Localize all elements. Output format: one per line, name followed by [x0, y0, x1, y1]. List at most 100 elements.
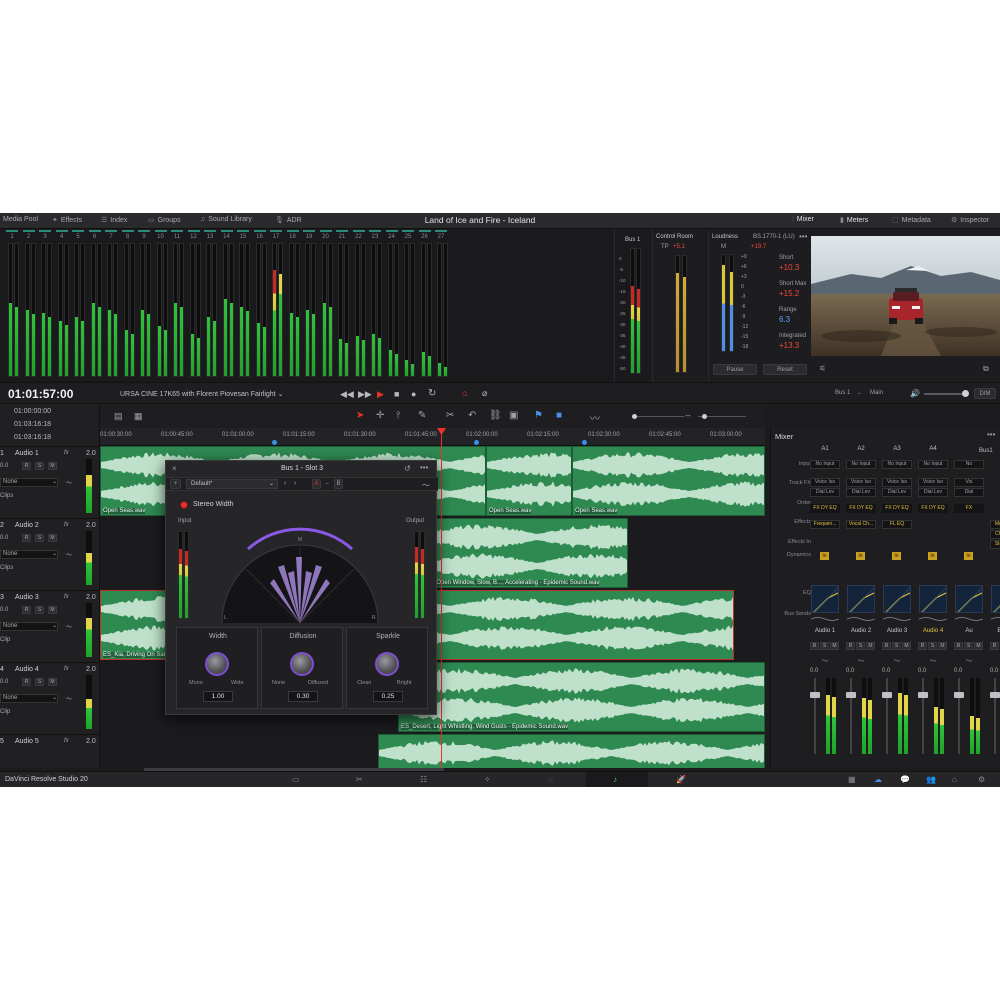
mixer-effect-slot[interactable]: Vocal Ch...: [846, 520, 876, 529]
timeline-name-dropdown[interactable]: URSA CINE 17K65 with Florent Piovesan Fa…: [120, 390, 283, 398]
mixer-tab[interactable]: ⫶ Mixer: [792, 216, 814, 224]
link-icon[interactable]: ⛓: [489, 410, 502, 421]
track-fx-button[interactable]: fx: [64, 666, 69, 672]
fast-forward-icon[interactable]: ▶▶: [358, 389, 372, 400]
sound-library-tab[interactable]: ♫ Sound Library: [200, 216, 252, 223]
track-header-2[interactable]: 2 Audio 2 fx 2.0 0.0 R S M None ⌄ 〜 Clips: [0, 518, 100, 589]
effects-tab[interactable]: ✦ Effects: [52, 216, 82, 224]
settings-gear-icon[interactable]: ⚙: [978, 775, 985, 784]
edit-page-icon[interactable]: ☷: [420, 775, 427, 784]
mixer-track-fx-slot[interactable]: Voice Iso: [846, 478, 876, 487]
timeline-ruler[interactable]: 01:00:30:00 01:00:45:00 01:01:00:00 01:01:1…: [100, 428, 765, 446]
eq-curve[interactable]: [846, 616, 876, 622]
mixer-channel-name[interactable]: Audio 4: [918, 628, 948, 634]
viewer-popout-icon[interactable]: ⧉: [983, 364, 989, 374]
horizontal-zoom-slider[interactable]: [698, 414, 746, 419]
mixer-track-fx-slot-2[interactable]: Dial: [954, 488, 984, 497]
automation-curve-icon[interactable]: 〜: [422, 480, 430, 491]
diffusion-value[interactable]: 0.30: [288, 691, 318, 702]
rewind-icon[interactable]: ◀◀: [340, 389, 354, 400]
pan-control[interactable]: 〜: [996, 656, 1000, 662]
mute-button[interactable]: M: [48, 606, 57, 614]
mixer-effect-slot-2[interactable]: Chan FX: [990, 530, 1000, 539]
track-fx-button[interactable]: fx: [64, 594, 69, 600]
mixer-volume-value[interactable]: 0.0: [882, 668, 890, 674]
pointer-tool-icon[interactable]: ➤: [356, 410, 364, 421]
stop-icon[interactable]: ■: [394, 389, 399, 399]
mixer-channel-name[interactable]: Bus 1: [990, 628, 1000, 634]
mixer-solo-button[interactable]: S: [892, 642, 901, 650]
groups-tab[interactable]: ▭ Groups: [148, 216, 181, 224]
track-header-3[interactable]: 3 Audio 3 fx 2.0 0.0 R S M None ⌄ 〜 Clip: [0, 590, 100, 661]
copy-arrow-icon[interactable]: →: [324, 480, 330, 486]
mixer-mute-button[interactable]: M: [902, 642, 911, 650]
mixer-effect-slot[interactable]: Multiba...: [990, 520, 1000, 529]
mixer-order-slot[interactable]: FX DY EQ: [882, 504, 912, 513]
record-arm-button[interactable]: R: [22, 606, 31, 614]
record-arm-button[interactable]: R: [22, 678, 31, 686]
main-selector[interactable]: Main: [870, 390, 883, 396]
clip-open-seas-3[interactable]: Open Seas.wav: [572, 446, 765, 516]
pause-button[interactable]: Pause: [713, 364, 757, 375]
stereo-width-bypass-toggle[interactable]: [180, 501, 188, 509]
mixer-order-slot[interactable]: FX: [954, 504, 984, 513]
effects-in-toggle[interactable]: In: [820, 552, 829, 560]
channel-fader[interactable]: [882, 678, 892, 754]
dynamics-graph[interactable]: [955, 585, 983, 613]
mixer-effect-slot-3[interactable]: Stereo ...: [990, 540, 1000, 549]
pan-control[interactable]: 〜: [852, 656, 870, 665]
fairlight-page-tab[interactable]: ♪: [586, 772, 648, 787]
track-header-1[interactable]: 1 Audio 1 fx 2.0 0.0 R S M None ⌄ 〜 Clips: [0, 446, 100, 517]
mixer-mute-button[interactable]: M: [866, 642, 875, 650]
mixer-mute-button[interactable]: M: [938, 642, 947, 650]
play-icon[interactable]: ▶: [377, 389, 384, 400]
automation-curve-icon[interactable]: 〜: [66, 622, 72, 631]
mixer-volume-value[interactable]: 0.0: [990, 668, 998, 674]
trim-tool-icon[interactable]: ⫯: [396, 410, 400, 421]
eq-curve[interactable]: [918, 616, 948, 622]
eq-curve[interactable]: [954, 616, 984, 622]
mixer-order-slot[interactable]: FX DY EQ: [846, 504, 876, 513]
mixer-solo-button[interactable]: S: [856, 642, 865, 650]
mixer-volume-value[interactable]: 0.0: [810, 668, 818, 674]
mixer-input-slot[interactable]: No Input: [810, 460, 840, 469]
loop-icon[interactable]: ↻: [428, 388, 436, 399]
next-preset-icon[interactable]: ›: [294, 480, 296, 487]
fader-cap[interactable]: [882, 692, 892, 698]
loudness-standard[interactable]: BS.1770-1 (LU): [753, 234, 795, 240]
mixer-track-fx-slot-2[interactable]: Dial Lev: [846, 488, 876, 497]
mixer-track-fx-slot[interactable]: Voice Iso: [810, 478, 840, 487]
eq-curve[interactable]: [990, 616, 1000, 622]
mixer-channel-name[interactable]: Audio 3: [882, 628, 912, 634]
razor-icon[interactable]: ✂: [446, 410, 454, 421]
track-fx-button[interactable]: fx: [64, 522, 69, 528]
mixer-order-slot[interactable]: FX DY EQ: [918, 504, 948, 513]
mixer-input-slot[interactable]: No Input: [918, 460, 948, 469]
track-input-selector[interactable]: None: [0, 622, 58, 631]
mixer-input-slot[interactable]: No: [954, 460, 984, 469]
mixer-track-fx-slot-2[interactable]: Dial Lev: [810, 488, 840, 497]
home-icon[interactable]: ⌂: [952, 775, 957, 784]
fader-cap[interactable]: [846, 692, 856, 698]
mixer-track-fx-slot[interactable]: Voi: [954, 478, 984, 487]
previous-preset-icon[interactable]: ‹: [284, 480, 286, 487]
track-volume[interactable]: 0.0: [0, 535, 8, 541]
mixer-track-fx-slot-2[interactable]: Dial Lev: [918, 488, 948, 497]
video-viewer[interactable]: [811, 236, 1000, 356]
timeline-marker[interactable]: [272, 440, 277, 445]
track-volume[interactable]: 0.0: [0, 679, 8, 685]
pencil-tool-icon[interactable]: ✎: [418, 410, 426, 421]
pan-control[interactable]: 〜: [960, 656, 978, 665]
clip-audio5[interactable]: [378, 734, 765, 768]
mixer-input-slot[interactable]: No Input: [882, 460, 912, 469]
dynamics-graph[interactable]: [811, 585, 839, 613]
fader-cap[interactable]: [990, 692, 1000, 698]
dynamics-graph[interactable]: [847, 585, 875, 613]
effects-in-toggle[interactable]: In: [928, 552, 937, 560]
mixer-options-icon[interactable]: •••: [987, 430, 995, 439]
pan-control[interactable]: 〜: [924, 656, 942, 665]
viewer-settings-icon[interactable]: ⚟: [819, 364, 826, 373]
diffusion-knob[interactable]: [290, 652, 314, 676]
color-page-icon[interactable]: ◌: [548, 775, 553, 784]
playhead[interactable]: [441, 428, 442, 768]
